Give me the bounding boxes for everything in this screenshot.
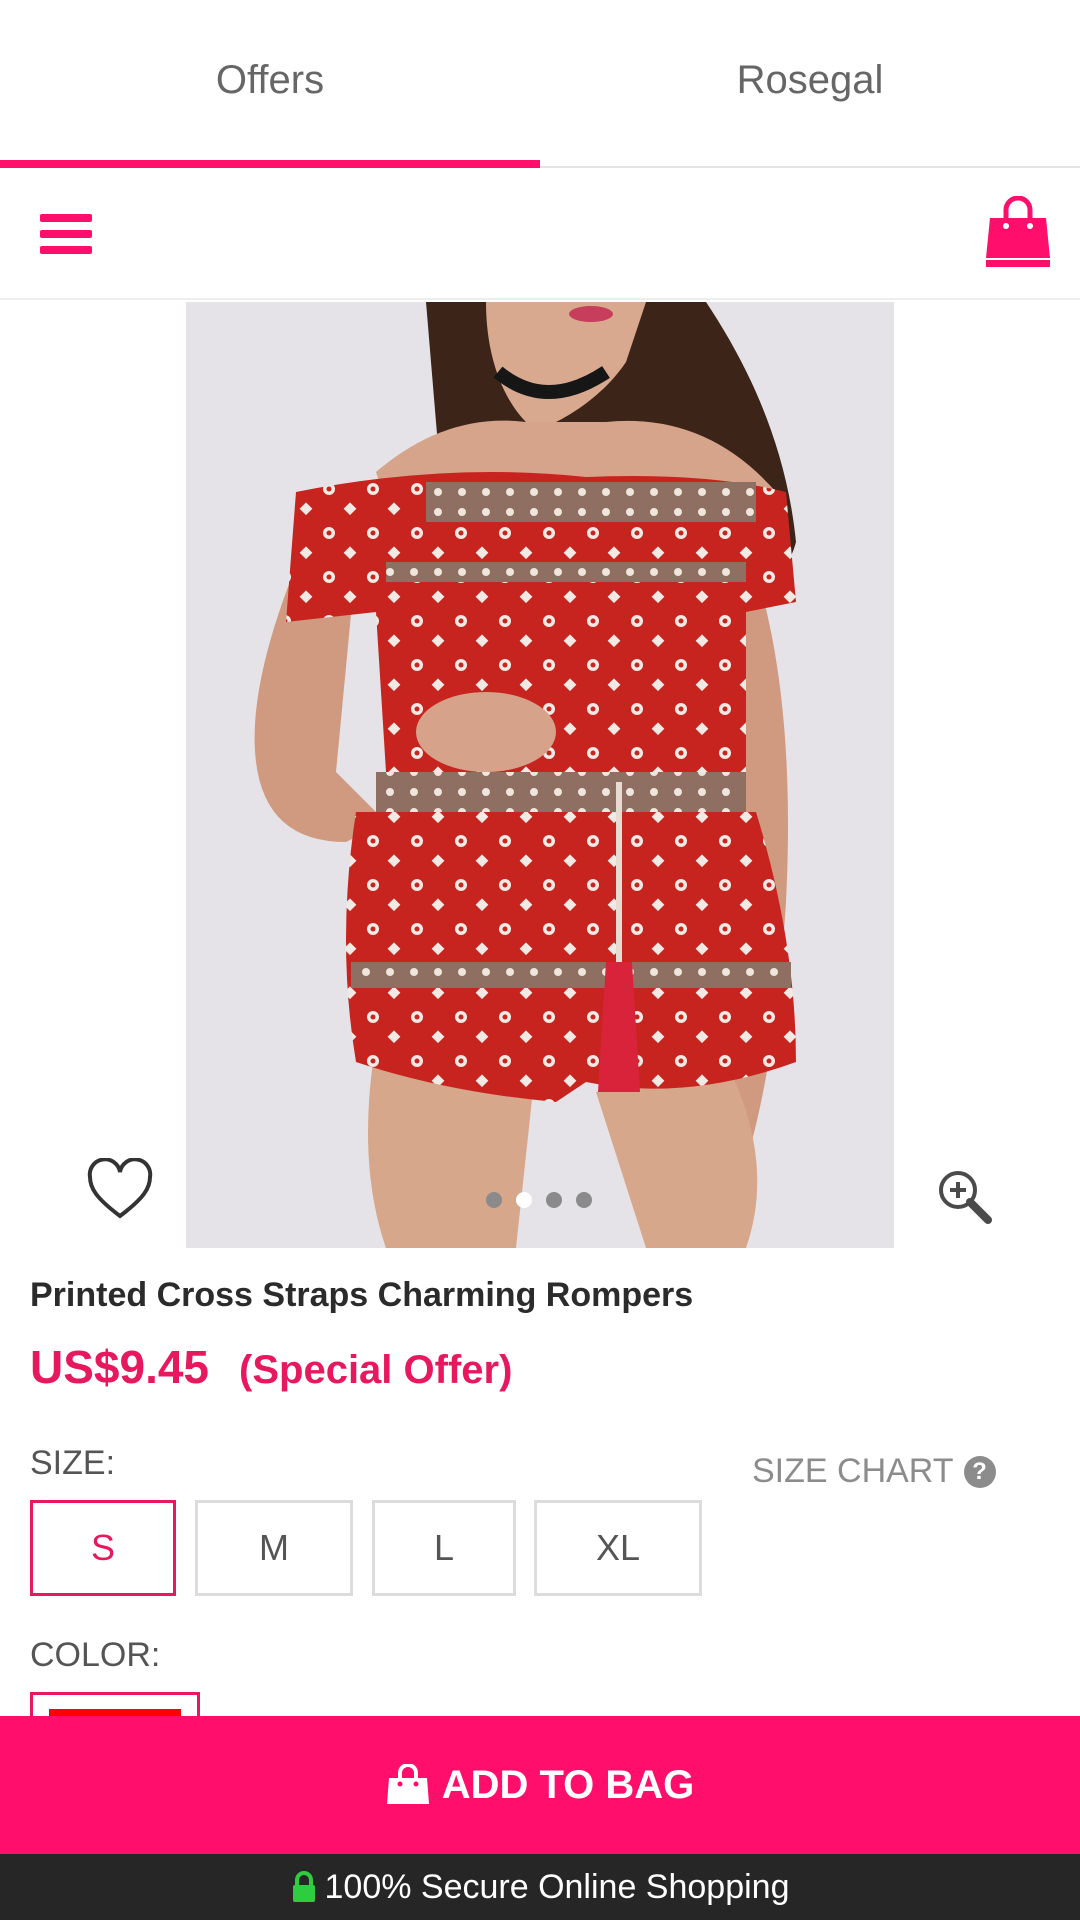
tab-offers-label: Offers	[215, 57, 325, 102]
special-offer-label: (Special Offer)	[239, 1348, 513, 1392]
product-image-carousel[interactable]	[0, 302, 1080, 1248]
tab-rosegal[interactable]: Rosegal	[540, 0, 1080, 166]
carousel-dot[interactable]	[516, 1192, 532, 1208]
size-chart-link[interactable]: SIZE CHART ?	[752, 1452, 996, 1491]
size-option-xl[interactable]: XL	[534, 1500, 702, 1596]
question-mark-icon: ?	[963, 1455, 996, 1488]
top-tab-bar: Offers Rosegal	[0, 0, 1080, 168]
carousel-indicator	[486, 1192, 592, 1208]
product-photo[interactable]	[186, 302, 894, 1248]
add-to-bag-label: ADD TO BAG	[441, 1762, 695, 1807]
carousel-dot[interactable]	[486, 1192, 502, 1208]
carousel-dot[interactable]	[546, 1192, 562, 1208]
lock-icon	[292, 1871, 315, 1902]
color-label: COLOR:	[30, 1636, 161, 1674]
size-option-label: S	[90, 1527, 115, 1568]
size-option-s[interactable]: S	[30, 1500, 176, 1596]
size-option-label: M	[259, 1527, 289, 1568]
carousel-dot[interactable]	[576, 1192, 592, 1208]
add-to-bag-button[interactable]: ADD TO BAG	[0, 1716, 1080, 1854]
size-option-label: L	[433, 1527, 455, 1568]
secure-shopping-banner: 100% Secure Online Shopping	[0, 1854, 1080, 1920]
size-option-m[interactable]: M	[195, 1500, 353, 1596]
zoom-in-icon[interactable]	[936, 1168, 994, 1226]
price-row: US$9.45 (Special Offer)	[30, 1340, 512, 1394]
size-option-label: XL	[595, 1527, 641, 1568]
tab-offers[interactable]: Offers	[0, 0, 540, 168]
product-title: Printed Cross Straps Charming Rompers	[30, 1276, 694, 1314]
app-bar	[0, 168, 1080, 300]
shopping-bag-icon[interactable]	[984, 195, 1052, 268]
size-chart-label: SIZE CHART	[752, 1452, 954, 1490]
secure-shopping-text: 100% Secure Online Shopping	[324, 1867, 790, 1906]
shopping-bag-icon	[386, 1764, 429, 1804]
tab-rosegal-label: Rosegal	[736, 57, 884, 102]
hamburger-menu-icon[interactable]	[30, 202, 102, 266]
size-label: SIZE:	[30, 1444, 116, 1482]
product-price: US$9.45	[30, 1341, 210, 1393]
wishlist-heart-icon[interactable]	[86, 1157, 154, 1222]
size-option-l[interactable]: L	[372, 1500, 516, 1596]
